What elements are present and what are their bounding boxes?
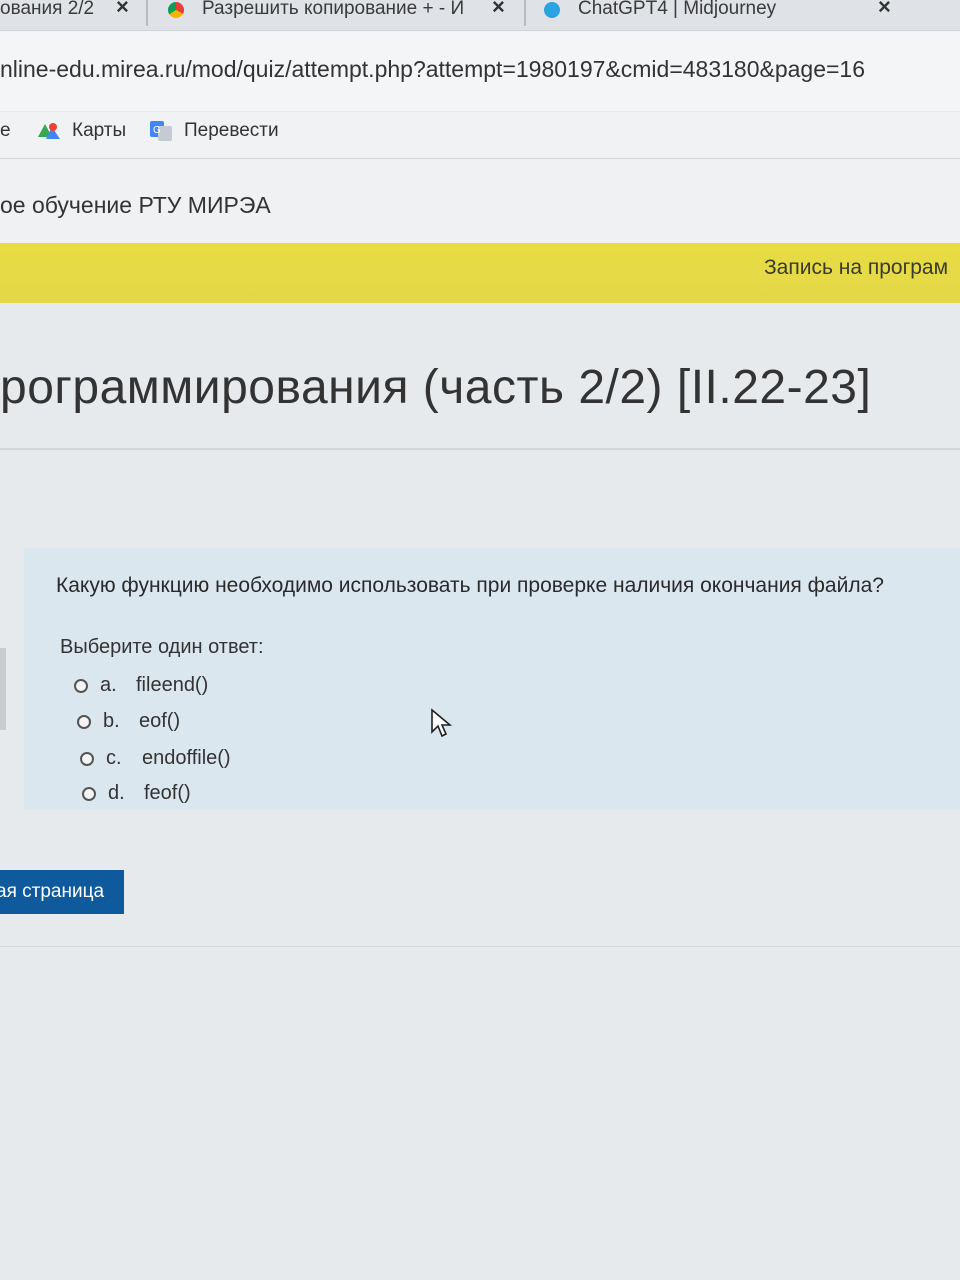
tab-chatgpt-label: ChatGPT4 | Midjourney	[578, 0, 777, 19]
bookmark-maps[interactable]: Карты	[38, 120, 126, 142]
answer-option-a[interactable]: a. fileend()	[74, 674, 208, 697]
radio-button[interactable]	[82, 786, 96, 801]
bookmark-label: Карты	[72, 120, 127, 141]
divider	[0, 946, 960, 947]
question-info-edge	[0, 648, 6, 730]
close-icon[interactable]: ×	[878, 0, 891, 20]
url-field[interactable]: nline-edu.mirea.ru/mod/quiz/attempt.php?…	[0, 56, 865, 83]
tab-copy[interactable]: Разрешить копирование + - И	[168, 0, 488, 30]
bookmarks-bar	[0, 112, 960, 159]
chrome-icon	[168, 2, 184, 18]
next-page-label: ая страница	[0, 881, 105, 902]
translate-icon: G	[150, 121, 172, 141]
divider	[0, 448, 960, 450]
bookmark-label: е	[0, 120, 11, 141]
option-letter: a.	[100, 674, 117, 696]
answer-option-d[interactable]: d. feof()	[82, 782, 191, 805]
tab-strip: ования 2/2 × Разрешить копирование + - И…	[0, 0, 960, 31]
telegram-icon	[544, 2, 560, 18]
tab-chatgpt[interactable]: ChatGPT4 | Midjourney	[544, 0, 874, 30]
option-text: endoffile()	[142, 747, 231, 769]
option-text: eof()	[139, 710, 181, 732]
radio-button[interactable]	[77, 714, 91, 729]
maps-icon	[38, 123, 60, 139]
banner-link[interactable]: Запись на програм	[764, 256, 948, 280]
tab-separator	[524, 0, 526, 26]
next-page-button[interactable]: ая страница	[0, 870, 124, 914]
question-text: Какую функцию необходимо использовать пр…	[56, 574, 884, 597]
option-text: fileend()	[136, 674, 209, 696]
option-letter: d.	[108, 782, 125, 804]
close-icon[interactable]: ×	[116, 0, 129, 20]
tab-copy-label: Разрешить копирование + - И	[202, 0, 465, 19]
bookmark-translate[interactable]: G Перевести	[150, 120, 279, 142]
option-letter: b.	[103, 710, 120, 732]
bookmark-item[interactable]: е	[0, 120, 11, 142]
mouse-cursor-icon	[431, 708, 452, 738]
radio-button[interactable]	[74, 678, 88, 693]
answer-option-b[interactable]: b. eof()	[77, 710, 180, 733]
tab-quiz-label: ования 2/2	[0, 0, 95, 19]
tab-quiz[interactable]: ования 2/2	[0, 0, 110, 30]
radio-button[interactable]	[80, 751, 94, 766]
option-letter: c.	[106, 747, 122, 769]
site-name[interactable]: ое обучение РТУ МИРЭА	[0, 192, 271, 219]
option-text: feof()	[144, 782, 191, 804]
answer-option-c[interactable]: c. endoffile()	[80, 747, 231, 770]
close-icon[interactable]: ×	[492, 0, 505, 20]
tab-separator	[146, 0, 148, 26]
bookmark-label: Перевести	[184, 120, 279, 141]
answer-prompt: Выберите один ответ:	[60, 636, 264, 658]
page-title: рограммирования (часть 2/2) [II.22-23]	[0, 361, 872, 414]
svg-text:G: G	[153, 125, 161, 136]
